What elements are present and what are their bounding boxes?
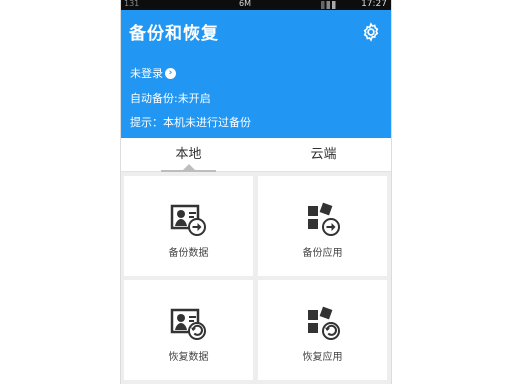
tab-bar: 本地 云端 bbox=[121, 138, 391, 172]
restore-data-label: 恢复数据 bbox=[168, 352, 209, 363]
login-link[interactable]: 未登录 › bbox=[130, 65, 176, 81]
phone-screen: 131 6M 17:27 备份和恢复 未登录 › 自动备份:未开启 提示：本机未… bbox=[121, 0, 391, 384]
backup-apps-button[interactable]: 备份应用 bbox=[258, 176, 387, 276]
apps-restore-icon bbox=[307, 306, 340, 340]
backup-apps-label: 备份应用 bbox=[302, 248, 343, 259]
contact-card-backup-icon bbox=[170, 204, 206, 236]
restore-data-button[interactable]: 恢复数据 bbox=[124, 280, 253, 380]
gear-icon[interactable] bbox=[361, 22, 381, 42]
contact-card-restore-icon bbox=[170, 308, 206, 340]
auto-backup-status: 自动备份:未开启 bbox=[130, 92, 211, 105]
tab-cloud[interactable]: 云端 bbox=[256, 138, 391, 171]
restore-apps-button[interactable]: 恢复应用 bbox=[258, 280, 387, 380]
network-indicator: 6M bbox=[239, 0, 251, 8]
tab-indicator bbox=[161, 164, 216, 172]
backup-data-label: 备份数据 bbox=[168, 248, 209, 259]
status-bar: 131 6M 17:27 bbox=[121, 0, 391, 10]
status-left-text: 131 bbox=[124, 0, 140, 8]
page-title: 备份和恢复 bbox=[129, 24, 219, 44]
chevron-right-icon: › bbox=[165, 67, 176, 79]
app-header: 备份和恢复 未登录 › 自动备份:未开启 提示：本机未进行过备份 bbox=[121, 10, 391, 138]
backup-tip: 提示：本机未进行过备份 bbox=[130, 116, 251, 129]
backup-data-button[interactable]: 备份数据 bbox=[124, 176, 253, 276]
signal-icon bbox=[321, 1, 339, 9]
restore-apps-label: 恢复应用 bbox=[302, 352, 343, 363]
login-label: 未登录 bbox=[130, 67, 163, 80]
action-grid: 备份数据 备份应用 恢复数据 恢复应用 bbox=[124, 176, 388, 384]
apps-backup-icon bbox=[307, 202, 340, 236]
status-time: 17:27 bbox=[361, 0, 387, 9]
